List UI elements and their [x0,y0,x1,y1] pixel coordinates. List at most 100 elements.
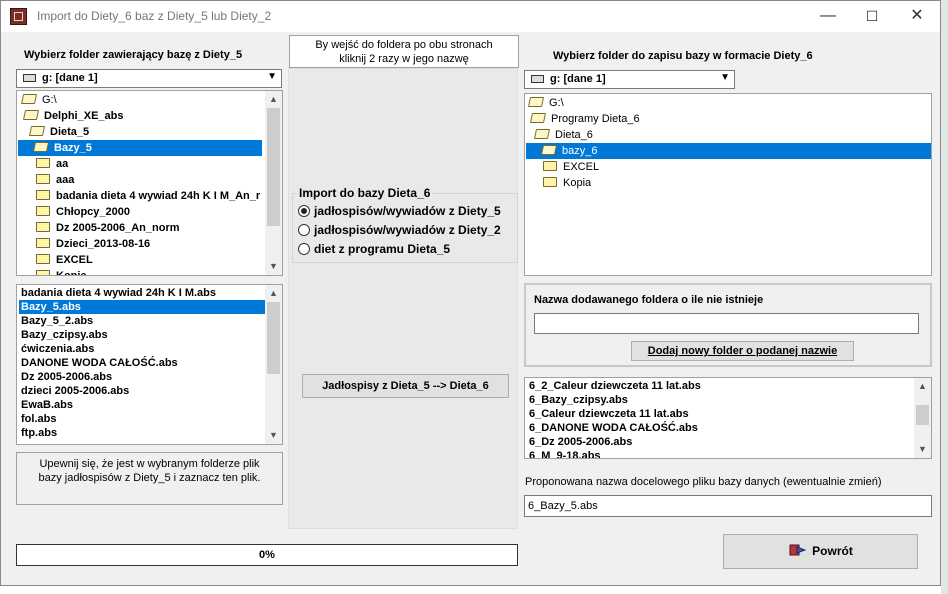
source-tree-item[interactable]: badania dieta 4 wywiad 24h K I M_An_r [17,188,265,204]
radio-button-icon[interactable] [298,243,310,255]
scroll-up-arrow-icon[interactable]: ▲ [265,285,282,302]
source-tree-item[interactable]: Kopia [17,268,265,276]
middle-panel [288,68,518,529]
scroll-thumb[interactable] [916,405,929,425]
import-type-option[interactable]: jadłospisów/wywiadów z Diety_2 [298,222,501,238]
tree-item-label: G:\ [42,94,57,106]
target-tree-item[interactable]: G:\ [525,95,931,111]
source-file-item[interactable]: ćwiczenia.abs [19,342,265,356]
target-file-item[interactable]: 6_2_Caleur dziewczeta 11 lat.abs [527,379,701,393]
source-tree-item[interactable]: EXCEL [17,252,265,268]
source-file-item[interactable]: badania dieta 4 wywiad 24h K I M.abs [19,286,265,300]
hint-line-1: Upewnij się, że jest w wybranym folderze… [39,458,260,470]
target-file-item[interactable]: 6_Bazy_czipsy.abs [527,393,628,407]
folder-icon [543,161,557,171]
tree-item-label: Chłopcy_2000 [56,206,130,218]
minimize-button[interactable]: — [805,1,851,32]
source-drive-select[interactable]: g: [dane 1] ▼ [16,69,282,88]
folder-icon [36,206,50,216]
target-tree-item[interactable]: bazy_6 [526,143,931,159]
tree-item-label: Dieta_6 [555,129,593,141]
source-tree-item[interactable]: G:\ [17,92,265,108]
tree-item-label: Kopia [56,270,87,276]
folder-icon [36,254,50,264]
source-file-item[interactable]: DANONE WODA CAŁOŚĆ.abs [19,356,265,370]
source-tree-scrollbar[interactable]: ▲ ▼ [265,91,282,275]
source-tree-item[interactable]: aaa [17,172,265,188]
target-filename-input[interactable]: 6_Bazy_5.abs [524,495,932,517]
source-tree-item[interactable]: aa [17,156,265,172]
close-button[interactable]: ✕ [894,1,940,32]
tree-item-label: EXCEL [563,161,600,173]
source-tree-item[interactable]: Dieta_5 [17,124,265,140]
new-folder-label: Nazwa dodawanego foldera o ile nie istni… [534,294,764,306]
source-tree-item[interactable]: Bazy_5 [18,140,262,156]
tree-item-label: Dieta_5 [50,126,90,138]
source-file-item[interactable]: EwaB.abs [19,398,265,412]
new-folder-box: Nazwa dodawanego foldera o ile nie istni… [524,283,932,367]
target-filename-label: Proponowana nazwa docelowego pliku bazy … [525,476,882,488]
scroll-up-arrow-icon[interactable]: ▲ [265,91,282,108]
source-tree-item[interactable]: Dz 2005-2006_An_norm [17,220,265,236]
source-file-item[interactable]: Bazy_5.abs [19,300,265,314]
folder-icon [540,145,558,155]
source-file-item[interactable]: Dz 2005-2006.abs [19,370,265,384]
progress-text: 0% [259,549,275,561]
scroll-thumb[interactable] [267,302,280,374]
target-files-scrollbar[interactable]: ▲ ▼ [914,378,931,458]
import-type-option[interactable]: diet z programu Dieta_5 [298,241,450,257]
scroll-down-arrow-icon[interactable]: ▼ [265,427,282,444]
tree-item-label: bazy_6 [562,145,598,157]
scroll-down-arrow-icon[interactable]: ▼ [265,258,282,275]
target-tree-item[interactable]: Kopia [525,175,931,191]
convert-button[interactable]: Jadłospisy z Dieta_5 --> Dieta_6 [302,374,509,398]
source-tree-item[interactable]: Delphi_XE_abs [17,108,265,124]
target-tree-item[interactable]: Dieta_6 [525,127,931,143]
window-title: Import do Diety_6 baz z Diety_5 lub Diet… [37,9,272,23]
import-type-option-label: diet z programu Dieta_5 [314,242,451,256]
source-file-list[interactable]: badania dieta 4 wywiad 24h K I M.abs Bazy… [16,284,283,445]
source-tree-item[interactable]: Chłopcy_2000 [17,204,265,220]
radio-button-icon[interactable] [298,205,310,217]
target-file-item[interactable]: 6_M_9-18.abs [527,449,601,458]
chevron-down-icon[interactable]: ▼ [267,71,277,82]
maximize-button[interactable]: ☐ [849,1,895,32]
import-type-option-label: jadłospisów/wywiadów z Diety_5 [314,204,501,218]
new-folder-input[interactable] [534,313,919,334]
scroll-down-arrow-icon[interactable]: ▼ [914,441,931,458]
radio-button-icon[interactable] [298,224,310,236]
target-file-item[interactable]: 6_Dz 2005-2006.abs [527,435,632,449]
back-button[interactable]: Powrót [723,534,918,569]
add-folder-button[interactable]: Dodaj nowy folder o podanej nazwie [631,341,854,361]
progress-bar: 0% [16,544,518,566]
folder-icon [20,94,38,104]
tree-item-label: Dzieci_2013-08-16 [56,238,151,250]
source-file-item[interactable]: dzieci 2005-2006.abs [19,384,265,398]
target-tree-item[interactable]: Programy Dieta_6 [525,111,931,127]
folder-icon [543,177,557,187]
target-tree-item[interactable]: EXCEL [525,159,931,175]
source-file-item[interactable]: fol.abs [19,412,265,426]
source-tree-item[interactable]: Dzieci_2013-08-16 [17,236,265,252]
target-file-item[interactable]: 6_DANONE WODA CAŁOŚĆ.abs [527,421,698,435]
chevron-down-icon[interactable]: ▼ [720,72,730,83]
target-file-list[interactable]: 6_2_Caleur dziewczeta 11 lat.abs 6_Bazy_c… [524,377,932,459]
source-file-item[interactable]: ftp.abs [19,426,265,440]
source-file-item[interactable]: Bazy_czipsy.abs [19,328,265,342]
folder-icon [28,126,46,136]
import-type-option[interactable]: jadłospisów/wywiadów z Diety_5 [298,203,501,219]
target-file-item[interactable]: 6_Caleur dziewczeta 11 lat.abs [527,407,689,421]
scroll-thumb[interactable] [267,108,280,226]
drive-icon [23,74,36,82]
source-files-scrollbar[interactable]: ▲ ▼ [265,285,282,444]
source-file-item[interactable]: Bazy_5_2.abs [19,314,265,328]
info-box: By wejść do foldera po obu stronach klik… [289,35,519,68]
import-type-group-title: Import do bazy Dieta_6 [297,186,433,200]
scroll-up-arrow-icon[interactable]: ▲ [914,378,931,395]
folder-icon [533,129,551,139]
target-drive-select[interactable]: g: [dane 1] ▼ [524,70,735,89]
title-bar[interactable]: Import do Diety_6 baz z Diety_5 lub Diet… [1,1,940,32]
target-folder-tree[interactable]: G:\ Programy Dieta_6 Dieta_6 bazy_6 EXCEL Kop… [524,93,932,276]
folder-icon [36,222,50,232]
source-folder-tree[interactable]: G:\ Delphi_XE_abs Dieta_5 Bazy_5 aa aaa badani… [16,90,283,276]
